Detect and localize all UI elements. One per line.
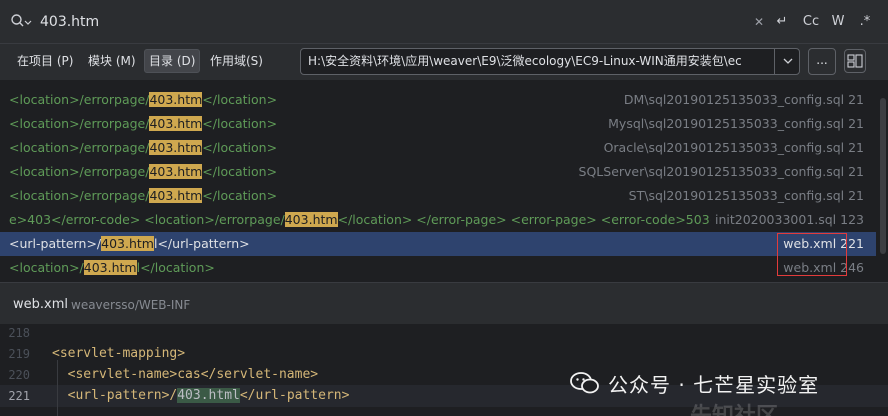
result-file: ST\sql20190125135033_config.sql 21 [628,188,864,203]
directory-path-field[interactable]: H:\安全资料\环境\应用\weaver\E9\泛微ecology\EC9-Li… [300,48,800,75]
preview-file-name: web.xml [13,297,68,312]
result-file: Mysql\sql20190125135033_config.sql 21 [608,116,864,131]
match-highlight: 403.htm [149,188,203,203]
preview-file-path: weaversso/WEB-INF [71,298,191,312]
code-match-highlight: 403.html [177,388,240,403]
results-scrollbar-thumb[interactable] [880,98,886,254]
result-file: DM\sql20190125135033_config.sql 21 [623,92,864,107]
wechat-logo-icon [570,372,599,394]
match-highlight: 403.htm [284,212,338,227]
tab-module[interactable]: 模块 (M) [84,49,140,73]
annotation-box [777,233,847,276]
line-number: 218 [8,326,30,340]
tab-in-project[interactable]: 在项目 (P) [13,49,77,73]
chevron-down-icon [783,58,793,64]
result-row[interactable]: <location>/errorpage/403.htm</location> … [0,112,876,136]
result-file: SQLServer\sql20190125135033_config.sql 2… [578,164,864,179]
path-history-dropdown[interactable] [774,48,800,75]
match-highlight: 403.htm [149,164,203,179]
layout-toggle-button[interactable] [844,49,866,73]
code-line: <servlet-mapping> [52,346,186,361]
regex-button[interactable]: .* [856,12,874,32]
result-row[interactable]: <location>/errorpage/403.htm</location> … [0,88,876,112]
code-line: <servlet-name>cas</servlet-name> [52,367,319,382]
clear-search-button[interactable]: ✕ [752,12,766,32]
result-row[interactable]: <location>/errorpage/403.htm</location> … [0,136,876,160]
match-highlight: 403.htm [149,140,203,155]
whole-word-button[interactable]: W [829,12,847,32]
result-row[interactable]: <location>/errorpage/403.htm</location> … [0,184,876,208]
result-row[interactable]: e>403</error-code> <location>/errorpage/… [0,208,876,232]
tab-directory[interactable]: 目录 (D) [144,49,201,73]
match-highlight: 403.htm [101,236,154,251]
watermark-ghost-text: 先知社区 [690,398,778,416]
watermark: 公众号 · 七芒星实验室 [570,368,819,398]
match-case-button[interactable]: Cc [800,12,822,32]
line-number: 221 [8,389,30,403]
browse-button[interactable]: ... [808,48,836,75]
match-highlight: 403.htm [149,92,203,107]
match-highlight: 403.htm [83,260,137,275]
line-number: 219 [8,347,30,361]
search-history-icon[interactable] [10,13,32,31]
result-row[interactable]: <location>/errorpage/403.htm</location> … [0,160,876,184]
result-row-selected[interactable]: <url-pattern>/403.html</url-pattern> web… [0,232,876,256]
code-line: <url-pattern>/403.html</url-pattern> [52,388,350,403]
newline-toggle-button[interactable]: ↵ [772,12,792,32]
scope-row: 在项目 (P) 模块 (M) 目录 (D) 作用域(S) H:\安全资料\环境\… [0,44,888,80]
split-layout-icon [847,54,863,68]
match-highlight: 403.htm [149,116,203,131]
tab-scope[interactable]: 作用域(S) [206,49,267,73]
search-input[interactable] [40,10,640,34]
result-file: init2020033001.sql 123 [710,208,864,232]
result-file: Oracle\sql20190125135033_config.sql 21 [603,140,864,155]
watermark-text: 公众号 · 七芒星实验室 [608,372,820,397]
results-list: <location>/errorpage/403.htm</location> … [0,80,888,282]
line-number: 220 [8,368,30,382]
preview-header: web.xml weaversso/WEB-INF [0,282,888,324]
result-row[interactable]: <location>/403.html</location> web.xml 2… [0,256,876,280]
search-bar: ✕ ↵ Cc W .* [0,0,888,44]
partial-row [0,80,876,82]
